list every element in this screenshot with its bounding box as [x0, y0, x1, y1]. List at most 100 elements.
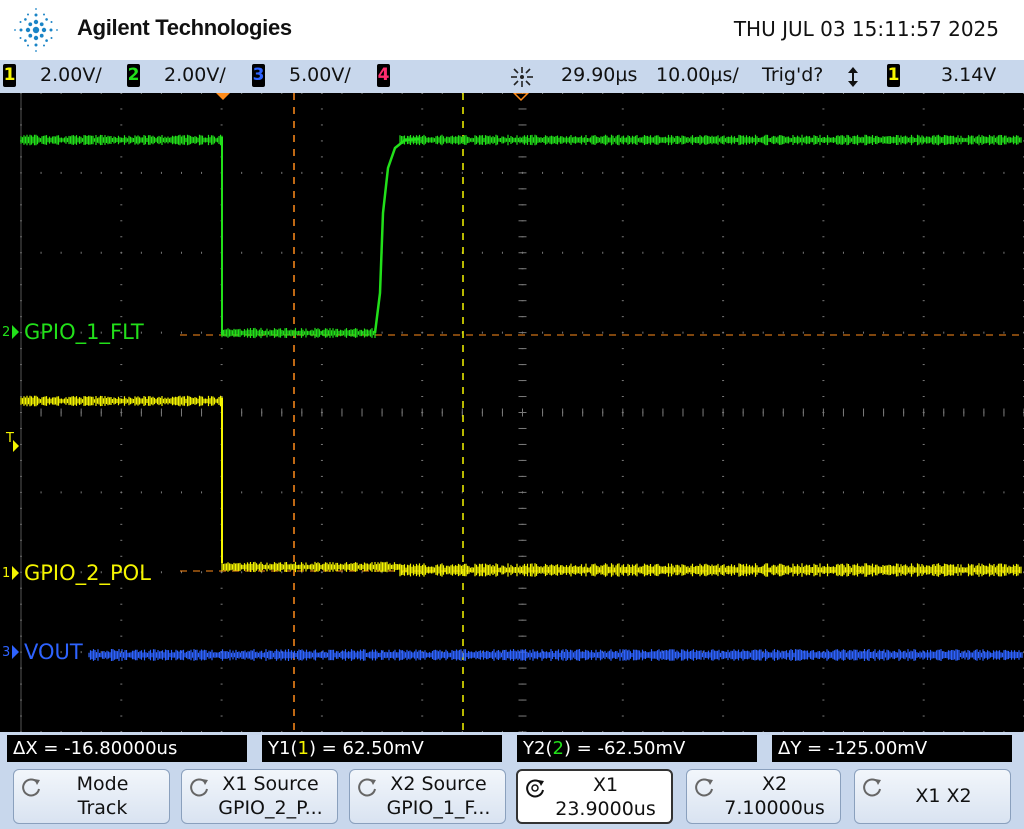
grid-dot [822, 683, 825, 685]
trigger-edge-icon[interactable] [845, 66, 861, 88]
grid-dot [742, 93, 744, 94]
grid-dot [120, 427, 123, 429]
trigger-source[interactable]: 1 [887, 64, 900, 87]
grid-dot [963, 491, 965, 494]
grid-dot [822, 587, 825, 589]
grid-dot [702, 93, 704, 94]
grid-dot [822, 364, 825, 366]
grid-dot [120, 300, 123, 302]
grid-dot [361, 571, 363, 574]
grid-dot [320, 459, 323, 461]
grid-dot [542, 331, 544, 334]
ch2-scale[interactable]: 2 2.00V/ [127, 64, 226, 87]
ch3-scale[interactable]: 3 5.00V/ [252, 64, 351, 87]
grid-dot [201, 251, 203, 254]
ch1-scale[interactable]: 1 2.00V/ [3, 64, 102, 87]
ch1-trace-low-segment-2 [399, 563, 1022, 577]
grid-dot [682, 331, 684, 334]
grid-dot [762, 171, 764, 174]
grid-dot [722, 587, 725, 589]
grid-dot [221, 571, 223, 574]
grid-dot [822, 507, 825, 509]
grid-dot [320, 555, 323, 557]
ch4-scale[interactable]: 4 [377, 64, 390, 87]
grid-dot [100, 251, 102, 254]
grid-dot [261, 93, 263, 94]
ch1-ground-marker[interactable]: 1 [2, 566, 10, 581]
grid-dot [922, 523, 925, 525]
horizontal-delay[interactable]: 29.90µs [561, 64, 637, 86]
grid-dot [201, 171, 203, 174]
grid-dot [320, 667, 323, 669]
grid-dot [822, 236, 825, 238]
trigger-level[interactable]: 3.14V [941, 64, 996, 86]
grid-dot [180, 93, 182, 94]
grid-dot [642, 171, 644, 174]
grid-dot [822, 491, 824, 494]
grid-dot [943, 251, 945, 254]
x2-source-softkey[interactable]: X2 Source GPIO_1_F... [349, 769, 506, 824]
grid-dot [421, 268, 424, 270]
x1-x2-softkey[interactable]: X1 X2 [854, 769, 1011, 824]
grid-dot [421, 331, 423, 334]
grid-dot [922, 396, 925, 398]
x1-position-label: X1 [592, 774, 619, 796]
grid-dot [562, 331, 564, 334]
grid-dot [822, 348, 825, 350]
ch3-trace-label: VOUT [24, 640, 83, 664]
grid-dot [160, 571, 162, 574]
grid-dot [501, 331, 503, 334]
ch3-ground-marker[interactable]: 3 [2, 645, 10, 660]
grid-dot [722, 124, 725, 126]
mode-softkey-value: Track [77, 797, 128, 819]
grid-dot [421, 427, 424, 429]
grid-dot [742, 331, 744, 334]
grid-dot [421, 316, 424, 318]
x1-source-softkey[interactable]: X1 Source GPIO_2_P... [181, 769, 338, 824]
grid-dot [320, 619, 323, 621]
grid-dot [722, 619, 725, 621]
grid-dot [401, 491, 403, 494]
grid-dot [722, 507, 725, 509]
y2-readout: Y2(2) = -62.50mV [517, 735, 757, 762]
time-reference-icon [511, 67, 533, 87]
grid-dot [542, 93, 544, 94]
ch2-ground-marker[interactable]: 2 [2, 325, 10, 340]
waveform-display[interactable]: GPIO_1_FLT GPIO_2_POL VOUT 2 1 3 T [0, 93, 1024, 732]
grid-dot [621, 443, 624, 445]
grid-dot [702, 651, 704, 654]
grid-dot [762, 331, 764, 334]
grid-dot [621, 475, 624, 477]
grid-dot [241, 251, 243, 254]
grid-dot [621, 619, 624, 621]
grid-dot [963, 171, 965, 174]
grid-dot [662, 251, 664, 254]
x2-position-label: X2 [761, 773, 788, 795]
cursor-menu: ΔX = -16.80000us Y1(1) = 62.50mV Y2(2) =… [0, 732, 1024, 829]
grid-dot [802, 491, 804, 494]
grid-dot [922, 188, 925, 190]
grid-dot [562, 93, 564, 94]
timebase-scale[interactable]: 10.00µs/ [656, 64, 739, 86]
mode-softkey[interactable]: Mode Track [13, 769, 170, 824]
grid-dot [822, 171, 824, 174]
ch3-ground-arrow [12, 645, 19, 659]
grid-dot [120, 635, 123, 637]
x1-position-softkey[interactable]: X1 23.9000us [516, 769, 673, 824]
grid-dot [722, 380, 725, 382]
grid-dot [100, 491, 102, 494]
grid-dot [822, 475, 825, 477]
grid-dot [863, 491, 865, 494]
grid-dot [822, 156, 825, 158]
trigger-level-marker[interactable]: T [6, 431, 14, 446]
grid-dot [320, 715, 323, 717]
grid-dot [281, 171, 283, 174]
grid-dot [822, 124, 825, 126]
grid-dot [922, 236, 925, 238]
grid-dot [120, 667, 123, 669]
grid-dot [842, 331, 844, 334]
grid-dot [922, 603, 925, 605]
grid-dot [582, 331, 584, 334]
x2-position-softkey[interactable]: X2 7.10000us [686, 769, 841, 824]
grid-dot [822, 555, 825, 557]
